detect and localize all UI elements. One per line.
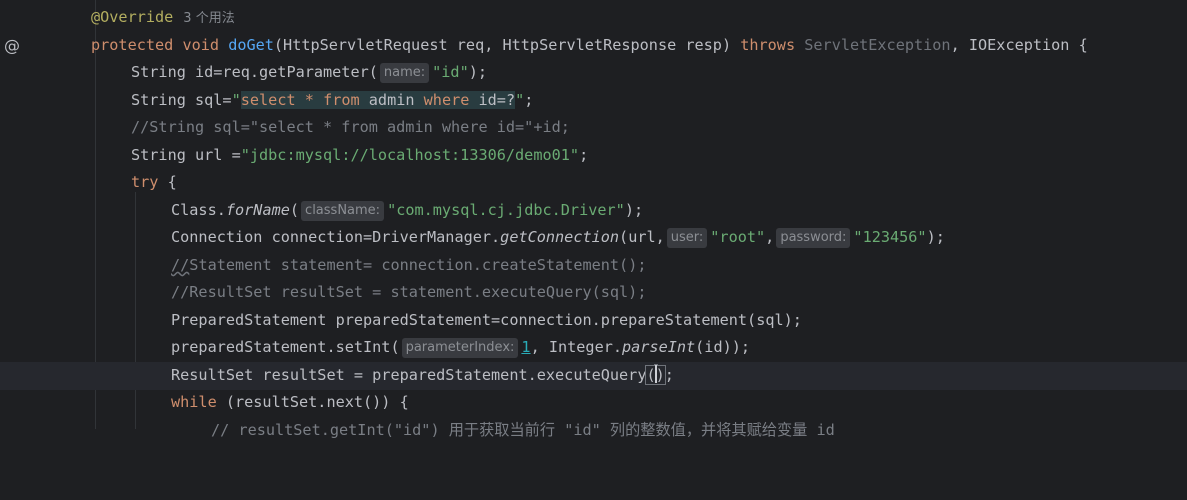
parameter-hint: password: [776,228,851,248]
code-text: String sql= [131,91,232,109]
sql-injection-fragment: select * from admin where id=? [240,91,516,109]
code-text: ResultSet resultSet = preparedStatement.… [171,366,647,384]
override-annotation: @Override [91,8,174,26]
code-editor[interactable]: @ @Override 3 个用法 protected void doGet(Ht… [0,0,1187,439]
code-line-6[interactable]: String url ="jdbc:mysql://localhost:1330… [0,142,1187,170]
code-text: String url = [131,146,241,164]
sql-operator: * [295,91,324,109]
keyword: void [182,36,220,54]
code-text: (resultSet.next()) { [216,393,409,411]
sql-keyword: select [240,91,296,109]
string-literal: "123456" [853,228,927,246]
string-literal: "id" [432,63,469,81]
matched-brace: () [645,365,666,385]
code-text: (id)); [695,338,751,356]
code-text: , [765,228,775,246]
code-line-14-current[interactable]: ResultSet resultSet = preparedStatement.… [0,362,1187,390]
code-text: ); [624,201,644,219]
comment-marker: // [171,256,190,274]
line-comment: // resultSet.getInt("id") 用于获取当前行 "id" 列… [211,421,835,439]
string-literal: "root" [710,228,766,246]
code-text: (url, [619,228,665,246]
static-method: forName [225,201,290,219]
parameter-hint: name: [379,63,430,83]
unused-exception: ServletException [804,36,951,54]
keyword: while [171,393,217,411]
usage-count-link[interactable]: 3 个用法 [183,11,234,26]
string-literal: "jdbc:mysql://localhost:13306/demo01" [240,146,580,164]
string-quote: " [515,91,525,109]
code-line-5[interactable]: //String sql="select * from admin where … [0,114,1187,142]
parameter-hint: className: [301,201,385,221]
sql-keyword: where [423,91,470,109]
code-text: preparedStatement.setInt( [171,338,400,356]
code-line-16[interactable]: // resultSet.getInt("id") 用于获取当前行 "id" 列… [0,417,1187,445]
string-quote: " [231,91,241,109]
code-text: Connection connection=DriverManager. [171,228,501,246]
code-line-11[interactable]: //ResultSet resultSet = statement.execut… [0,279,1187,307]
string-literal: "com.mysql.cj.jdbc.Driver" [387,201,625,219]
code-text: , IOException { [950,36,1088,54]
code-line-8[interactable]: Class.forName(className: "com.mysql.cj.jd… [0,197,1187,225]
code-line-7[interactable]: try { [0,169,1187,197]
sql-table: admin [359,91,424,109]
code-text: ; [664,366,674,384]
code-line-10[interactable]: //Statement statement= connection.create… [0,252,1187,280]
parameter-hint: user: [666,228,708,248]
code-text: ); [468,63,488,81]
sql-keyword: from [323,91,360,109]
parameter-hint: parameterIndex: [401,338,519,358]
code-text: ); [926,228,945,246]
line-comment: //ResultSet resultSet = statement.execut… [171,283,647,301]
code-line-15[interactable]: while (resultSet.next()) { [0,389,1187,417]
code-text: Class. [171,201,226,219]
code-line-9[interactable]: Connection connection=DriverManager.getC… [0,224,1187,252]
code-text: { [158,173,177,191]
close-paren: ) [655,366,665,384]
keyword: throws [740,36,796,54]
code-text: ; [579,146,589,164]
code-line-1[interactable]: @Override 3 个用法 [0,4,1187,32]
method-name: doGet [228,36,274,54]
static-method: parseInt [622,338,696,356]
sql-condition: id=? [469,91,516,109]
code-line-13[interactable]: preparedStatement.setInt(parameterIndex:… [0,334,1187,362]
number-literal: 1 [521,338,531,356]
code-text: ( [289,201,300,219]
line-comment: //String sql="select * from admin where … [131,118,570,136]
code-line-3[interactable]: String id=req.getParameter(name: "id"); [0,59,1187,87]
keyword: protected [91,36,174,54]
keyword: try [131,173,159,191]
code-line-4[interactable]: String sql="select * from admin where id… [0,87,1187,115]
line-comment: Statement statement= connection.createSt… [189,256,647,274]
code-line-2[interactable]: protected void doGet(HttpServletRequest … [0,32,1187,60]
code-text: String id=req.getParameter( [131,63,378,81]
code-text: (HttpServletRequest req, HttpServletResp… [273,36,741,54]
code-text: , Integer. [530,338,622,356]
code-text: ; [524,91,534,109]
static-method: getConnection [500,228,620,246]
code-text: PreparedStatement preparedStatement=conn… [171,311,802,329]
code-line-12[interactable]: PreparedStatement preparedStatement=conn… [0,307,1187,335]
